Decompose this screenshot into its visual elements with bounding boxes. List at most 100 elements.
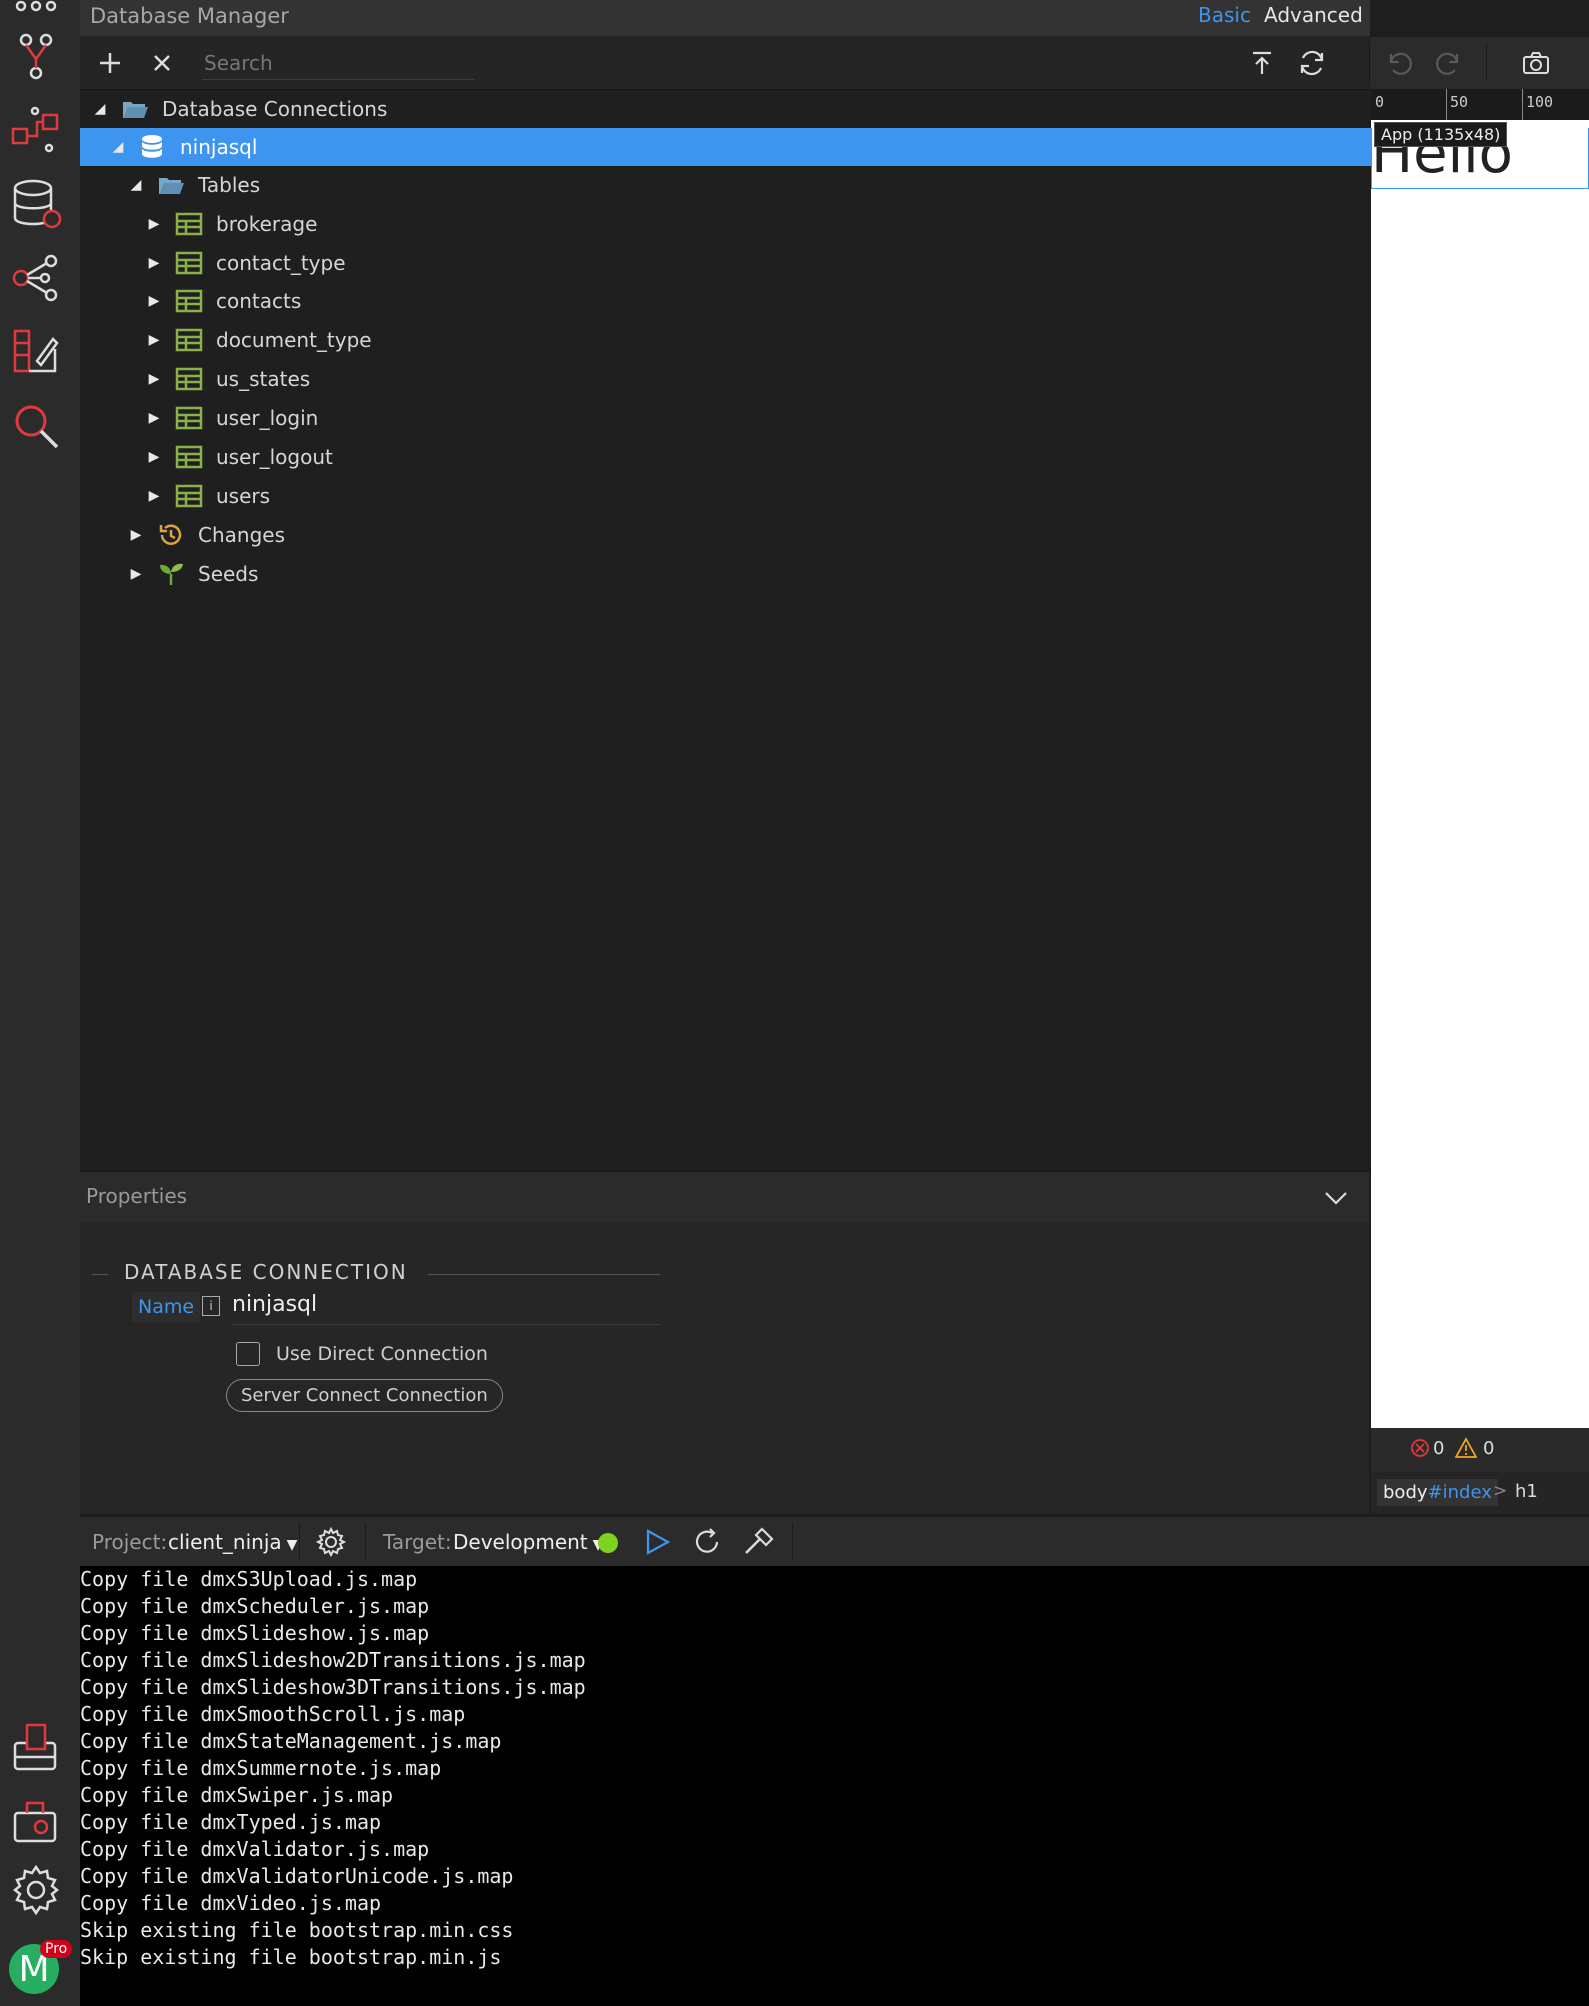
properties-title: Properties	[86, 1184, 188, 1208]
toolbar	[80, 37, 1370, 90]
tree-table[interactable]: ▶ contact_type	[80, 244, 1433, 282]
tree-table[interactable]: ▶ brokerage	[80, 205, 1433, 243]
tree-seeds[interactable]: ▶ Seeds	[80, 555, 1415, 593]
direct-connection-checkbox[interactable]	[236, 1342, 260, 1366]
tab-basic[interactable]: Basic	[1198, 3, 1251, 27]
settings-icon[interactable]	[8, 1862, 64, 1918]
publish-icon[interactable]	[8, 1720, 64, 1776]
expand-icon[interactable]: ▶	[144, 486, 164, 506]
ruler-tick: 0	[1375, 93, 1385, 111]
console-line: Copy file dmxScheduler.js.map	[80, 1594, 430, 1618]
project-label: Project:	[92, 1530, 168, 1554]
gear-icon	[315, 1526, 347, 1558]
table-icon	[174, 483, 204, 509]
console-line: Copy file dmxSlideshow.js.map	[80, 1621, 430, 1645]
project-bar: Project: client_ninja ▼ Target: Developme…	[80, 1516, 1589, 1567]
database-icon	[138, 134, 168, 160]
tree-tables-label: Tables	[198, 173, 261, 197]
restart-button[interactable]	[692, 1527, 722, 1557]
name-label: Name	[132, 1292, 201, 1322]
breadcrumb-body[interactable]: body#index	[1377, 1479, 1498, 1506]
design-icon[interactable]	[8, 324, 64, 380]
tree-table[interactable]: ▶ us_states	[80, 360, 1433, 398]
tab-advanced[interactable]: Advanced	[1264, 3, 1363, 27]
caret-down-icon: ▼	[286, 1537, 298, 1553]
breadcrumb-current[interactable]: h1	[1515, 1481, 1538, 1502]
tree-connection[interactable]: ◢ ninjasql	[80, 128, 1397, 166]
target-select[interactable]: Development▼	[453, 1530, 603, 1554]
expand-icon[interactable]: ▶	[144, 214, 164, 234]
project-select[interactable]: client_ninja ▼	[168, 1530, 297, 1554]
expand-icon[interactable]: ▶	[144, 291, 164, 311]
console-line: Copy file dmxVideo.js.map	[80, 1891, 382, 1915]
warning-icon[interactable]	[1454, 1437, 1478, 1459]
table-icon	[174, 444, 204, 470]
panel-header: Database Manager Basic Advanced	[80, 0, 1370, 37]
upload-button[interactable]	[1244, 45, 1280, 81]
panel-title: Database Manager	[90, 4, 289, 28]
tree-root[interactable]: ◢ Database Connections	[80, 90, 1379, 128]
error-count: 0	[1433, 1438, 1445, 1459]
collapse-icon[interactable]: ◢	[126, 175, 146, 195]
tree-table[interactable]: ▶ user_login	[80, 399, 1433, 437]
extensions-icon[interactable]	[8, 1792, 64, 1848]
pro-badge: Pro	[40, 1940, 73, 1958]
console-line: Copy file dmxStateManagement.js.map	[80, 1729, 502, 1753]
expand-icon[interactable]: ▶	[144, 253, 164, 273]
section-title: DATABASE CONNECTION	[124, 1260, 408, 1284]
table-icon	[174, 366, 204, 392]
screenshot-button[interactable]	[1518, 45, 1554, 81]
expand-icon[interactable]: ▶	[144, 447, 164, 467]
warning-count: 0	[1483, 1438, 1495, 1459]
console-line: Copy file dmxSmoothScroll.js.map	[80, 1702, 466, 1726]
search-icon[interactable]	[8, 398, 64, 454]
history-icon	[156, 522, 186, 548]
name-field[interactable]: ninjasql	[232, 1292, 660, 1325]
run-button[interactable]	[642, 1527, 672, 1557]
expand-icon[interactable]: ▶	[144, 369, 164, 389]
collapse-icon[interactable]: ◢	[90, 99, 110, 119]
branch-icon[interactable]	[8, 28, 64, 84]
share-icon[interactable]	[8, 250, 64, 306]
expand-icon[interactable]: ▶	[144, 408, 164, 428]
error-icon[interactable]	[1410, 1438, 1430, 1458]
tree-seeds-label: Seeds	[198, 562, 259, 586]
flow-icon[interactable]	[8, 102, 64, 158]
tree-table[interactable]: ▶ user_logout	[80, 438, 1433, 476]
table-label: contact_type	[216, 251, 346, 275]
tree-table[interactable]: ▶ document_type	[80, 321, 1433, 359]
add-button[interactable]	[92, 45, 128, 81]
project-settings-button[interactable]	[315, 1526, 347, 1558]
expand-icon[interactable]: ▶	[144, 330, 164, 350]
info-icon[interactable]: i	[202, 1296, 220, 1316]
refresh-icon	[1300, 50, 1324, 76]
redo-button[interactable]	[1432, 45, 1468, 81]
tree-table[interactable]: ▶ contacts	[80, 282, 1433, 320]
ruler-tick: 100	[1526, 93, 1554, 111]
preview-toolbar	[1370, 37, 1589, 89]
console-line: Copy file dmxSlideshow2DTransitions.js.m…	[80, 1648, 586, 1672]
properties-header[interactable]: Properties	[80, 1171, 1369, 1223]
add-icon	[100, 53, 120, 73]
table-label: contacts	[216, 289, 302, 313]
build-button[interactable]	[742, 1527, 776, 1557]
console-line: Copy file dmxSlideshow3DTransitions.js.m…	[80, 1675, 586, 1699]
database-icon[interactable]	[8, 176, 64, 232]
search-input[interactable]	[202, 47, 474, 80]
collapse-icon[interactable]: ◢	[108, 137, 128, 157]
expand-icon[interactable]: ▶	[126, 525, 146, 545]
tree-table[interactable]: ▶ users	[80, 477, 1433, 515]
element-tooltip: App (1135x48)	[1374, 122, 1508, 147]
console-output[interactable]: Copy file dmxS3Upload.js.map Copy file d…	[80, 1566, 1589, 2006]
expand-icon[interactable]: ▶	[126, 564, 146, 584]
remove-button[interactable]	[144, 45, 180, 81]
tree-tables-folder[interactable]: ◢ Tables	[80, 166, 1415, 204]
status-indicator	[598, 1533, 618, 1553]
design-preview[interactable]: Hello App (1135x48)	[1371, 120, 1589, 1428]
console-line: Copy file dmxSwiper.js.map	[80, 1783, 394, 1807]
undo-button[interactable]	[1380, 45, 1416, 81]
chevron-down-icon[interactable]	[1322, 1184, 1350, 1212]
refresh-button[interactable]	[1294, 45, 1330, 81]
server-connect-button[interactable]: Server Connect Connection	[226, 1379, 503, 1412]
tree-changes[interactable]: ▶ Changes	[80, 516, 1415, 554]
